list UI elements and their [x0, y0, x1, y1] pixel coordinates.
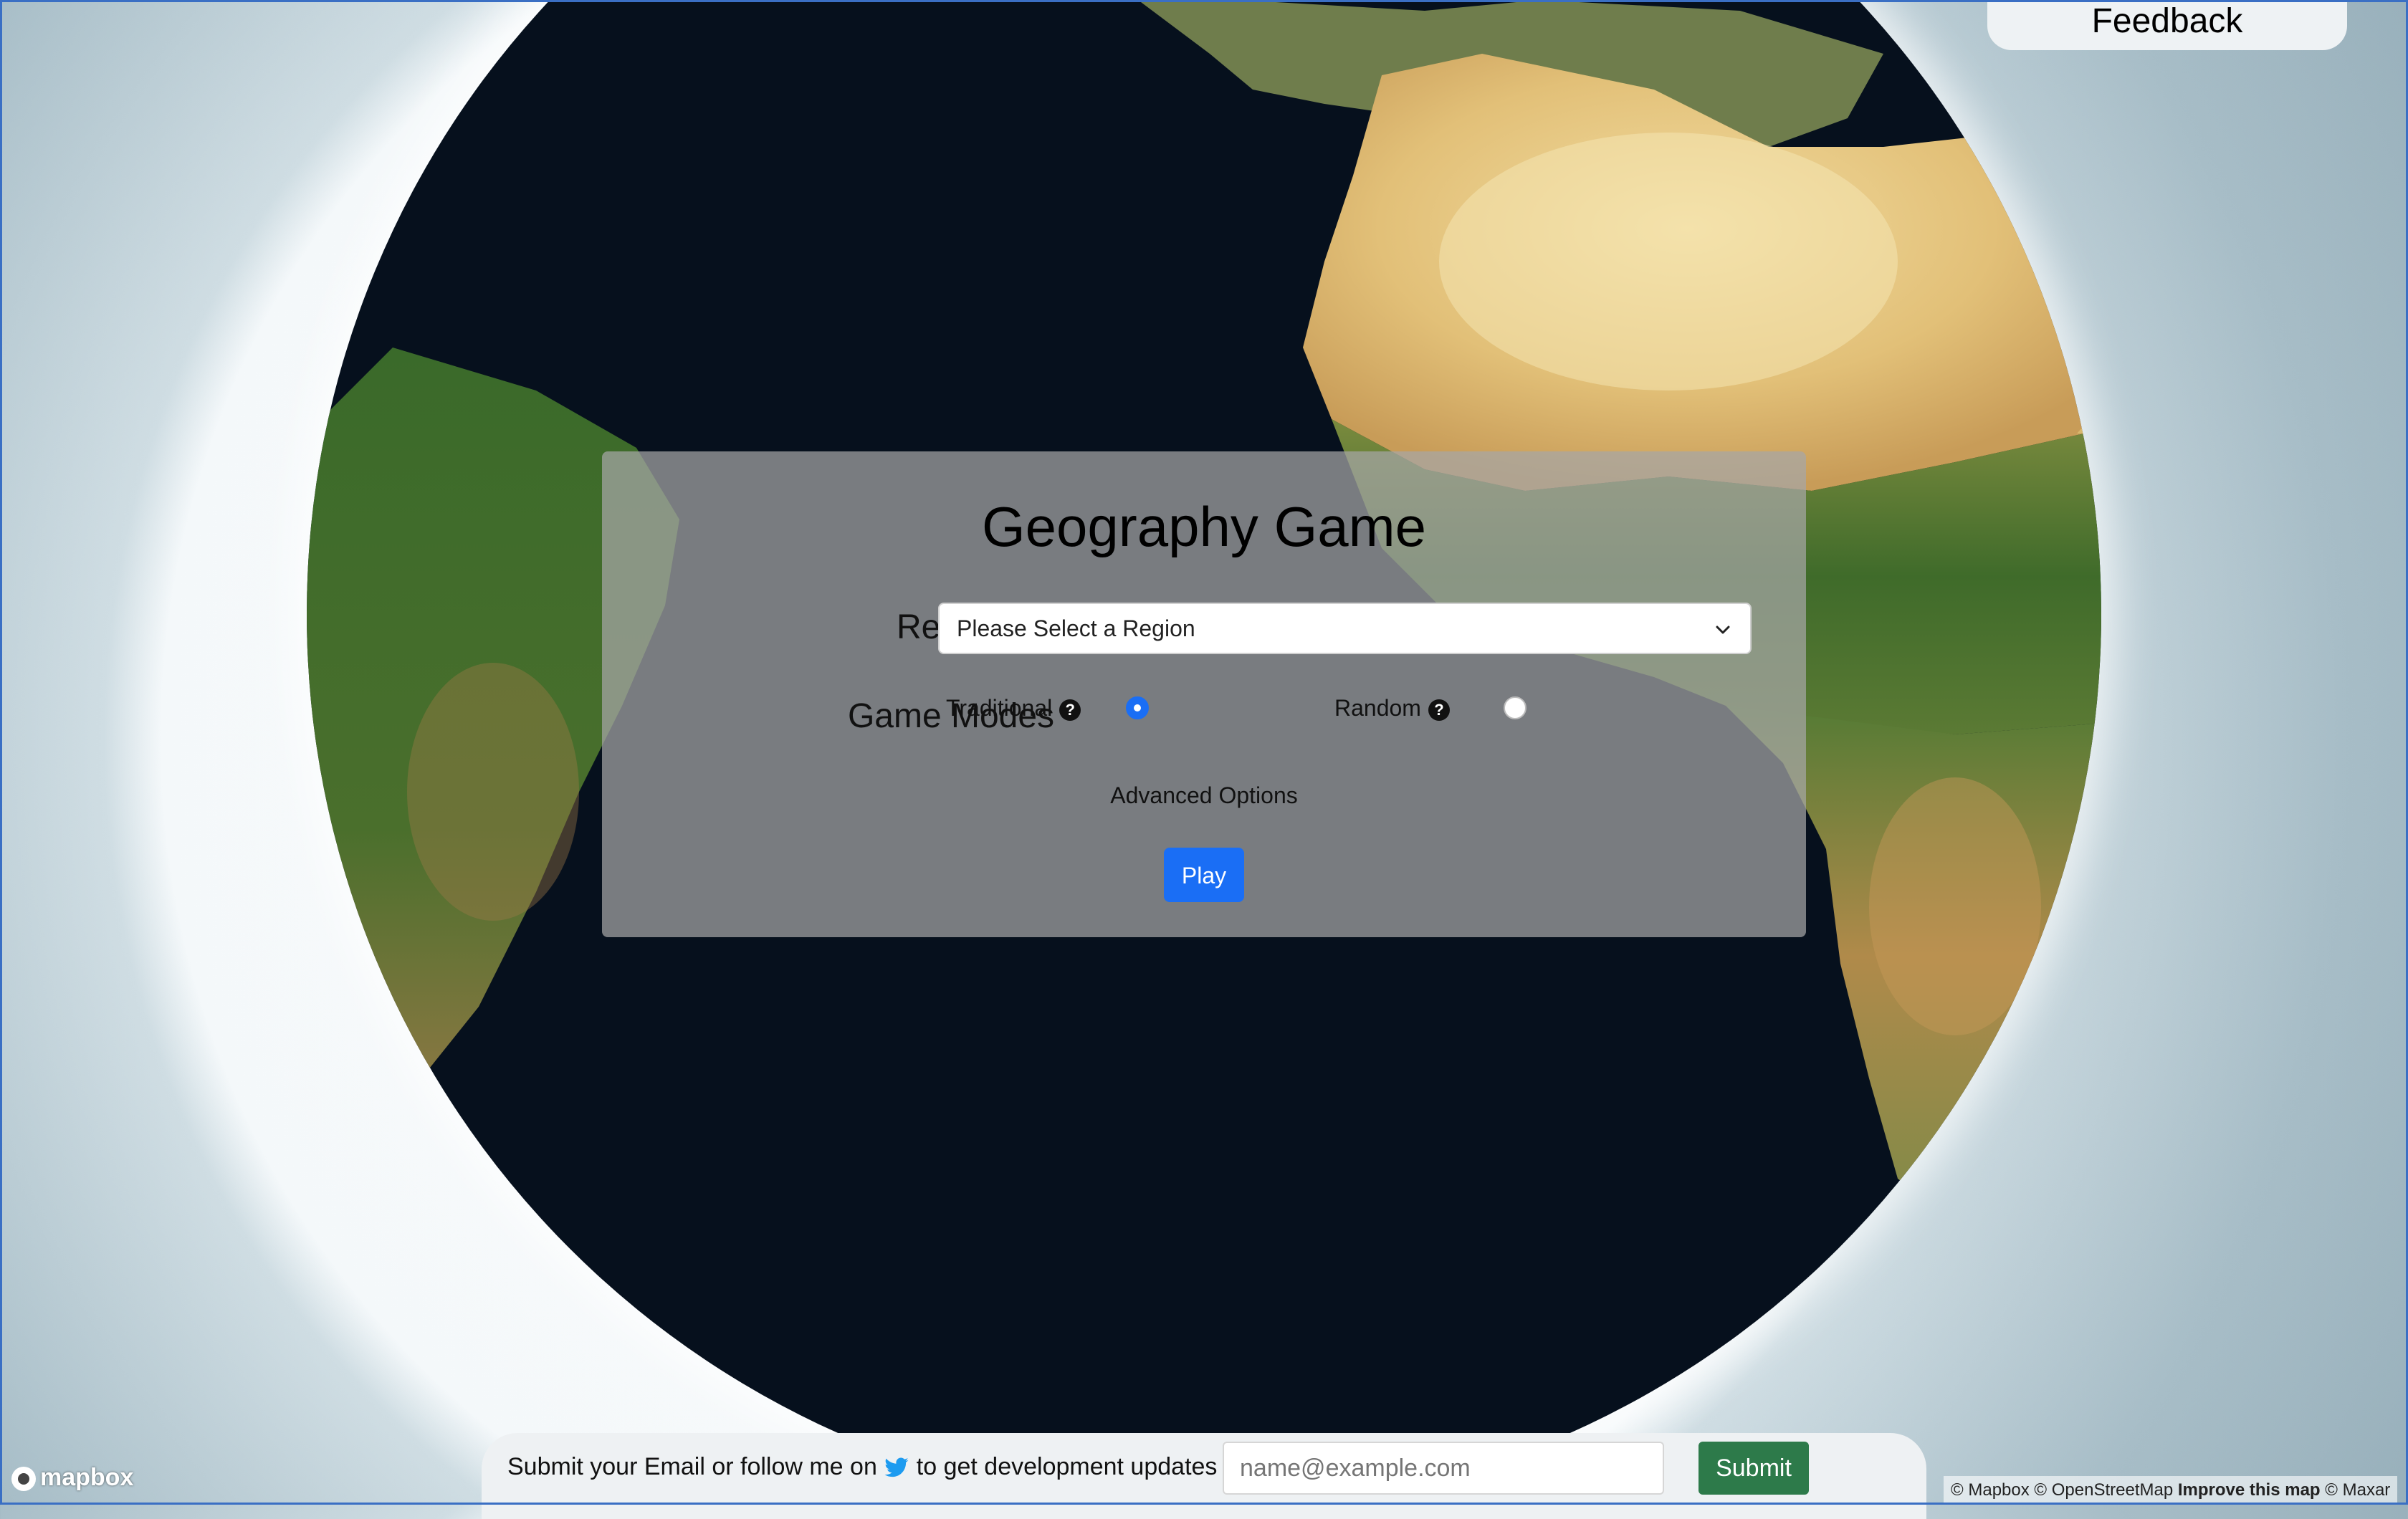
twitter-icon[interactable] — [884, 1457, 909, 1479]
help-icon[interactable]: ? — [1428, 699, 1450, 721]
attribution-mapbox-link[interactable]: © Mapbox — [1951, 1480, 2030, 1500]
game-setup-panel: Geography Game Region Please Select a Re… — [602, 451, 1806, 937]
advanced-options-link[interactable]: Advanced Options — [602, 782, 1806, 809]
email-signup-bar: Submit your Email or follow me on to get… — [482, 1433, 1926, 1519]
mode-random-radio[interactable] — [1504, 696, 1526, 719]
mode-random-label: Random? — [1334, 695, 1450, 722]
region-select-value: Please Select a Region — [957, 615, 1195, 641]
mode-traditional-radio[interactable] — [1126, 696, 1149, 719]
attribution-maxar-link[interactable]: © Maxar — [2325, 1480, 2390, 1500]
region-select[interactable]: Please Select a Region — [938, 603, 1752, 654]
improve-map-link[interactable]: Improve this map — [2178, 1480, 2321, 1500]
submit-button[interactable]: Submit — [1698, 1442, 1809, 1495]
feedback-button[interactable]: Feedback — [1987, 0, 2347, 50]
mode-random-text: Random — [1334, 695, 1421, 721]
chevron-down-icon — [1716, 626, 1730, 634]
map-attribution: © Mapbox © OpenStreetMap Improve this ma… — [1944, 1476, 2398, 1505]
mapbox-logo[interactable]: mapbox — [11, 1464, 133, 1492]
mapbox-logo-text: mapbox — [40, 1464, 134, 1491]
page-title: Geography Game — [981, 495, 1426, 558]
help-icon[interactable]: ? — [1059, 699, 1081, 721]
signup-message: Submit your Email or follow me on to get… — [507, 1453, 1217, 1481]
signup-text-after: to get development updates — [916, 1453, 1218, 1480]
signup-text-before: Submit your Email or follow me on — [507, 1453, 877, 1480]
attribution-osm-link[interactable]: © OpenStreetMap — [2034, 1480, 2173, 1500]
email-input[interactable] — [1223, 1442, 1664, 1495]
mapbox-icon — [11, 1467, 36, 1492]
mode-traditional-label: Traditional? — [946, 695, 1081, 722]
play-button[interactable]: Play — [1164, 848, 1244, 902]
mode-traditional-text: Traditional — [946, 695, 1053, 721]
